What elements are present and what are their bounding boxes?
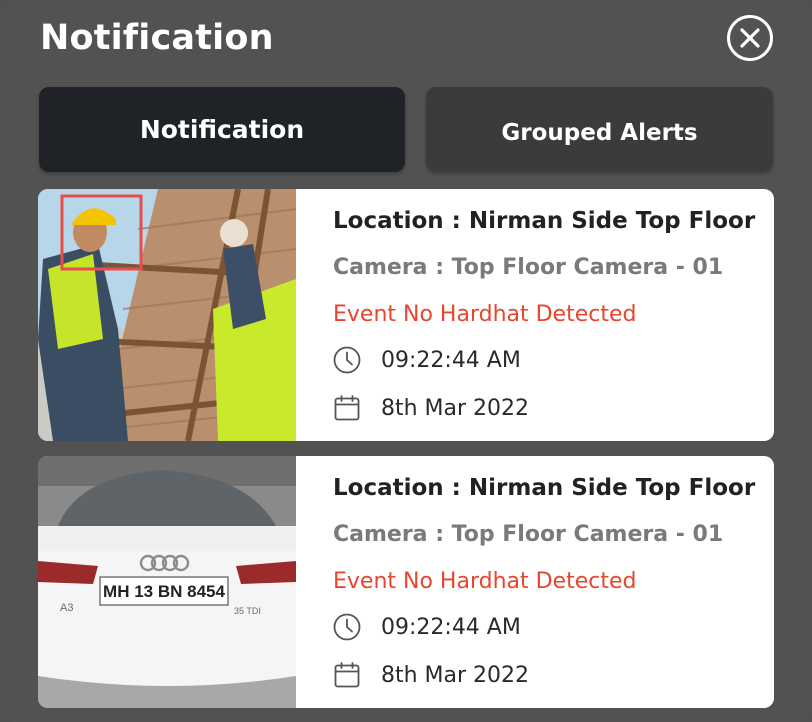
alert-date-row: 8th Mar 2022	[333, 661, 529, 689]
alert-date: 8th Mar 2022	[381, 395, 530, 421]
alert-date: 8th Mar 2022	[381, 662, 530, 688]
tab-notification-label: Notification	[139, 115, 305, 144]
calendar-icon	[334, 662, 360, 688]
license-plate-text: MH 13 BN 8454	[103, 582, 225, 601]
svg-text:35 TDI: 35 TDI	[234, 606, 261, 616]
alert-card[interactable]: Location : Nirman Side Top Floor Camera …	[38, 189, 774, 441]
svg-text:A3: A3	[60, 602, 73, 614]
clock-icon	[333, 346, 361, 374]
alert-date-row: 8th Mar 2022	[333, 394, 529, 422]
close-icon	[727, 15, 773, 61]
worker-on-scaffolding-photo	[38, 189, 296, 441]
alert-camera: Camera : Top Floor Camera - 01	[333, 255, 724, 280]
alert-time-row: 09:22:44 AM	[333, 346, 521, 374]
clock-icon	[333, 613, 361, 641]
tab-grouped-alerts-label: Grouped Alerts	[501, 119, 698, 146]
tab-notification[interactable]: Notification	[39, 87, 405, 172]
alert-camera: Camera : Top Floor Camera - 01	[333, 522, 724, 547]
alert-event: Event No Hardhat Detected	[333, 302, 637, 327]
alert-time: 09:22:44 AM	[381, 614, 521, 640]
alert-location: Location : Nirman Side Top Floor	[333, 475, 756, 501]
notification-panel: Notification Notification Grouped Alerts	[0, 0, 812, 722]
alert-time: 09:22:44 AM	[381, 347, 521, 373]
alert-time-row: 09:22:44 AM	[333, 613, 521, 641]
close-button[interactable]	[726, 14, 774, 62]
alert-info: Location : Nirman Side Top Floor Camera …	[333, 456, 774, 708]
tab-grouped-alerts[interactable]: Grouped Alerts	[426, 87, 773, 172]
white-car-rear-photo: MH 13 BN 8454 A3 35 TDI	[38, 456, 296, 708]
alert-card[interactable]: MH 13 BN 8454 A3 35 TDI Location : Nirma…	[38, 456, 774, 708]
calendar-icon	[334, 395, 360, 421]
alert-event: Event No Hardhat Detected	[333, 569, 637, 594]
panel-title: Notification	[40, 18, 274, 58]
alert-info: Location : Nirman Side Top Floor Camera …	[333, 189, 774, 441]
alert-location: Location : Nirman Side Top Floor	[333, 208, 756, 234]
